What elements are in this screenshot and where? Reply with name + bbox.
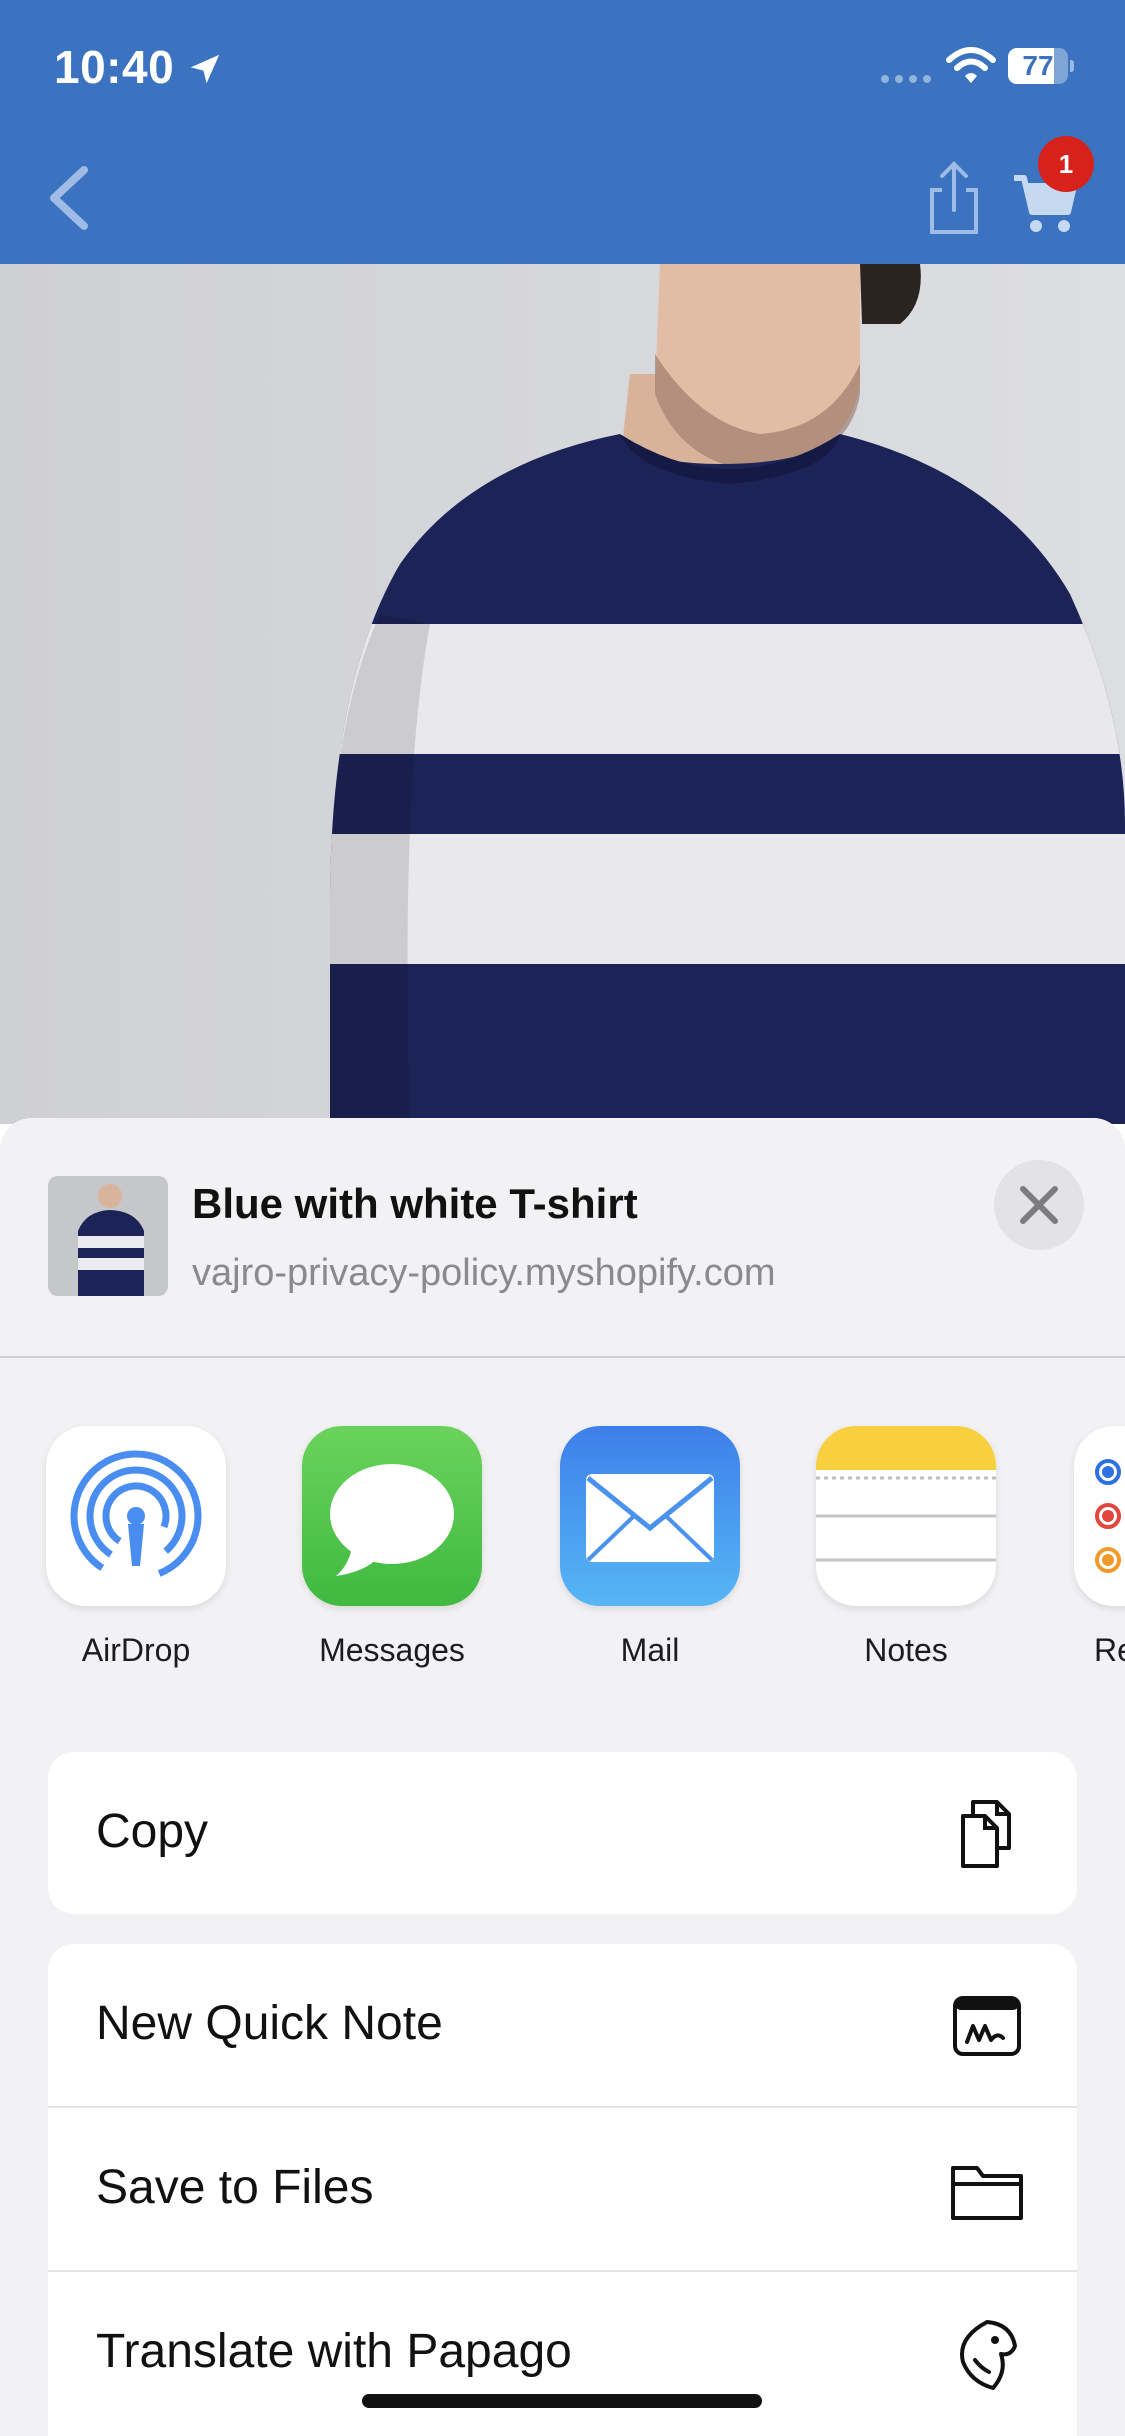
close-icon — [1020, 1186, 1058, 1224]
mail-icon — [560, 1426, 740, 1606]
notes-icon — [816, 1426, 996, 1606]
messages-icon — [302, 1426, 482, 1606]
location-arrow-icon — [190, 54, 220, 84]
app-label: Rer — [1094, 1632, 1125, 1668]
app-bar: 10:40 77 1 — [0, 0, 1125, 264]
share-url: vajro-privacy-policy.myshopify.com — [192, 1252, 776, 1294]
chevron-left-icon — [50, 166, 88, 230]
cellular-signal-icon — [881, 75, 931, 83]
action-save-to-files[interactable]: Save to Files — [48, 2108, 1077, 2272]
battery-body: 77 — [1008, 48, 1068, 84]
share-apps-row: AirDrop Messages Mail Notes R — [0, 1426, 1125, 1686]
app-label: Messages — [319, 1632, 465, 1668]
close-button[interactable] — [994, 1160, 1084, 1250]
papago-icon — [960, 2320, 1017, 2390]
product-thumbnail-image — [48, 1176, 168, 1296]
wifi-icon — [946, 47, 996, 83]
action-new-quick-note[interactable]: New Quick Note — [48, 1944, 1077, 2108]
app-label: Notes — [864, 1632, 948, 1668]
battery-level: 77 — [1022, 50, 1054, 81]
action-group-copy: Copy — [48, 1752, 1077, 1914]
share-button[interactable] — [924, 160, 984, 236]
battery-cap — [1070, 60, 1074, 72]
product-image[interactable] — [0, 264, 1125, 1124]
share-sheet: Blue with white T-shirt vajro-privacy-po… — [0, 1118, 1125, 2436]
quick-note-icon — [953, 1996, 1021, 2056]
product-thumbnail — [48, 1176, 168, 1296]
action-label: New Quick Note — [96, 1997, 443, 2050]
share-title: Blue with white T-shirt — [192, 1180, 638, 1227]
action-copy[interactable]: Copy — [48, 1752, 1077, 1914]
share-sheet-header: Blue with white T-shirt vajro-privacy-po… — [0, 1118, 1125, 1358]
app-label: AirDrop — [81, 1632, 191, 1668]
copy-icon — [961, 1800, 1011, 1868]
action-label: Copy — [96, 1805, 209, 1858]
tshirt-model-illustration — [0, 264, 1125, 1124]
action-translate-papago[interactable]: Translate with Papago — [48, 2272, 1077, 2434]
action-label: Save to Files — [96, 2161, 374, 2214]
action-label: Translate with Papago — [96, 2325, 572, 2378]
status-time: 10:40 — [54, 41, 175, 93]
share-icon — [930, 161, 978, 234]
back-button[interactable] — [40, 160, 100, 236]
cart-count-badge: 1 — [1038, 136, 1094, 192]
airdrop-icon — [46, 1426, 226, 1606]
battery-indicator: 77 — [1008, 48, 1074, 86]
folder-icon — [951, 2166, 1023, 2220]
reminders-icon — [1074, 1426, 1125, 1606]
app-label: Mail — [620, 1632, 680, 1668]
action-group-more: New Quick Note Save to Files Translate w… — [48, 1944, 1077, 2436]
home-indicator — [362, 2394, 762, 2408]
